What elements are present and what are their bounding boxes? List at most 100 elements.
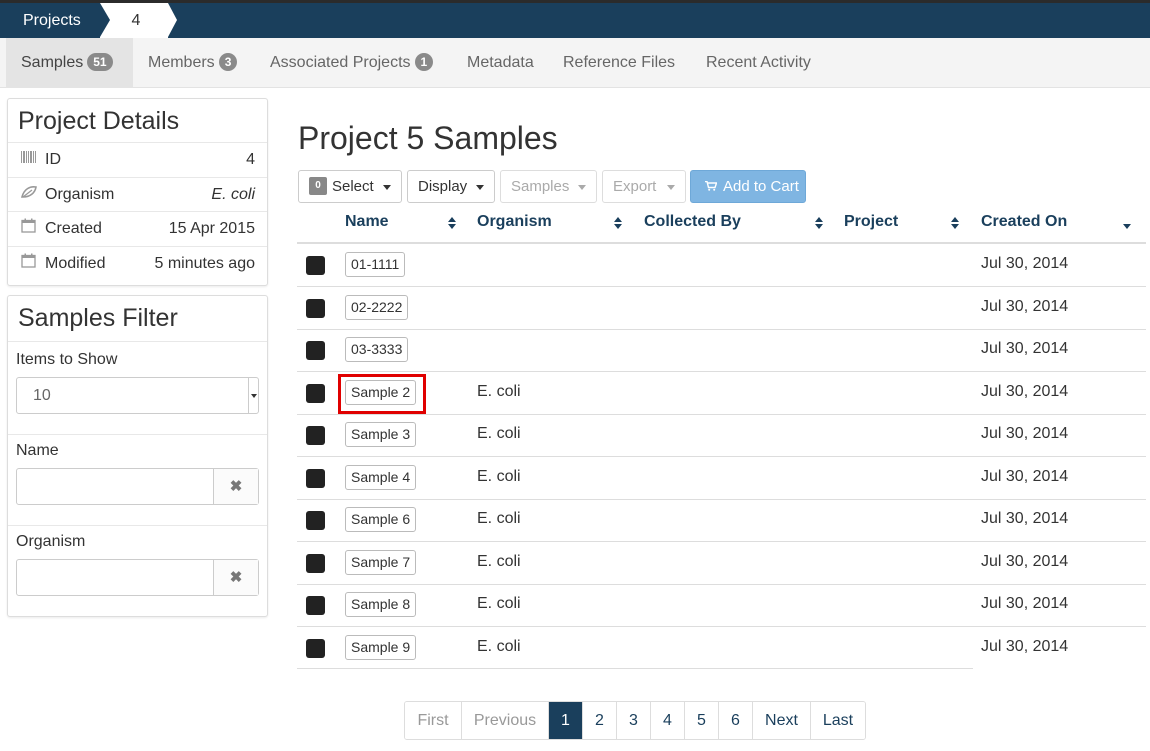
column-header-name[interactable]: Name [345,213,389,231]
row-checkbox[interactable] [306,256,325,275]
page-2[interactable]: 2 [582,702,616,739]
sample-name-button[interactable]: Sample 4 [345,465,417,490]
page-previous[interactable]: Previous [461,702,548,739]
select-caret [248,378,258,413]
cart-icon [705,181,717,191]
barcode-icon [21,143,39,176]
sample-created-on: Jul 30, 2014 [981,468,1069,485]
top-breadcrumb-bar: Projects 4 [0,0,1150,38]
sample-name-button[interactable]: 03-3333 [345,337,409,362]
page-next[interactable]: Next [752,702,810,739]
detail-label-created: Created [45,220,102,237]
name-filter-input[interactable]: ✖ [16,468,259,505]
page-5[interactable]: 5 [684,702,718,739]
page-1[interactable]: 1 [548,702,582,739]
sample-name-button[interactable]: Sample 9 [345,635,417,660]
display-button-label: Display [418,178,468,195]
breadcrumb-arrow-current [168,3,177,37]
sample-organism: E. coli [477,638,521,655]
sample-organism: E. coli [477,510,521,527]
row-checkbox[interactable] [306,341,325,360]
add-to-cart-button[interactable]: Add to Cart [690,170,806,203]
row-checkbox[interactable] [306,426,325,445]
sample-created-on: Jul 30, 2014 [981,383,1069,400]
chevron-down-icon [578,185,586,190]
samples-button-label: Samples [511,178,570,195]
tab-samples[interactable]: Samples 51 [6,38,133,88]
tab-associated-projects-label: Associated Projects [270,54,411,71]
row-divider [297,541,1146,542]
tab-reference-files[interactable]: Reference Files [563,38,675,88]
sample-name-button[interactable]: Sample 7 [345,550,417,575]
select-button-label: Select [332,178,374,195]
page-3[interactable]: 3 [616,702,650,739]
column-header-project[interactable]: Project [844,213,898,231]
sort-icon[interactable] [447,216,457,230]
sort-icon[interactable] [950,216,960,230]
export-button-label: Export [613,178,657,195]
tab-associated-projects[interactable]: Associated Projects 1 [270,38,434,88]
column-header-created-on[interactable]: Created On [981,213,1067,231]
export-button[interactable]: Export [602,170,686,203]
clear-name-icon[interactable]: ✖ [213,469,258,504]
sample-created-on: Jul 30, 2014 [981,638,1069,655]
samples-filter-title: Samples Filter [18,304,178,332]
sample-name-button[interactable]: Sample 3 [345,422,417,447]
row-checkbox[interactable] [306,469,325,488]
items-to-show-select[interactable]: 10 [16,377,259,414]
page-6[interactable]: 6 [718,702,752,739]
row-checkbox[interactable] [306,554,325,573]
row-divider [297,668,973,669]
breadcrumb-current[interactable]: 4 [100,3,168,38]
tab-samples-label: Samples [21,54,84,71]
tab-recent-activity[interactable]: Recent Activity [706,38,811,88]
sample-organism: E. coli [477,595,521,612]
tab-reference-files-label: Reference Files [563,54,676,71]
items-to-show-label: Items to Show [16,351,118,368]
sample-name-button[interactable]: Sample 6 [345,507,417,532]
row-checkbox[interactable] [306,384,325,403]
row-checkbox[interactable] [306,596,325,615]
sample-name-button[interactable]: Sample 8 [345,592,417,617]
organism-filter-label: Organism [16,533,86,550]
page-last[interactable]: Last [810,702,865,739]
selection-highlight [338,374,426,414]
tab-members[interactable]: Members 3 [148,38,238,88]
row-checkbox[interactable] [306,511,325,530]
sample-created-on: Jul 30, 2014 [981,553,1069,570]
sample-organism: E. coli [477,468,521,485]
row-divider [297,286,1146,287]
detail-row-created: Created 15 Apr 2015 [8,211,267,246]
column-header-collected-by[interactable]: Collected By [644,213,741,231]
tab-metadata[interactable]: Metadata [467,38,534,88]
page-first[interactable]: First [405,702,461,739]
row-divider [297,456,1146,457]
divider [8,525,267,526]
sort-icon[interactable] [814,216,824,230]
row-divider [297,584,1146,585]
organism-filter-input[interactable]: ✖ [16,559,259,596]
column-header-organism[interactable]: Organism [477,213,552,231]
add-to-cart-label: Add to Cart [723,178,799,195]
sample-organism: E. coli [477,425,521,442]
breadcrumb-projects-label: Projects [23,12,81,29]
sort-desc-icon[interactable] [1122,222,1132,236]
breadcrumb-projects[interactable]: Projects [0,3,100,38]
sample-name-button[interactable]: 02-2222 [345,295,409,320]
select-button[interactable]: 0 Select [298,170,402,203]
detail-label-modified: Modified [45,254,106,272]
chevron-down-icon [667,185,675,190]
display-button[interactable]: Display [407,170,495,203]
page-4[interactable]: 4 [650,702,684,739]
row-divider [297,371,1146,372]
sort-icon[interactable] [613,216,623,230]
row-checkbox[interactable] [306,299,325,318]
tab-recent-activity-label: Recent Activity [706,54,811,71]
clear-organism-icon[interactable]: ✖ [213,560,258,595]
detail-value-created: 15 Apr 2015 [168,220,255,237]
breadcrumb-current-label: 4 [131,12,141,29]
row-checkbox[interactable] [306,639,325,658]
calendar-icon [21,247,39,280]
samples-button[interactable]: Samples [500,170,597,203]
sample-name-button[interactable]: 01-1111 [345,252,406,277]
